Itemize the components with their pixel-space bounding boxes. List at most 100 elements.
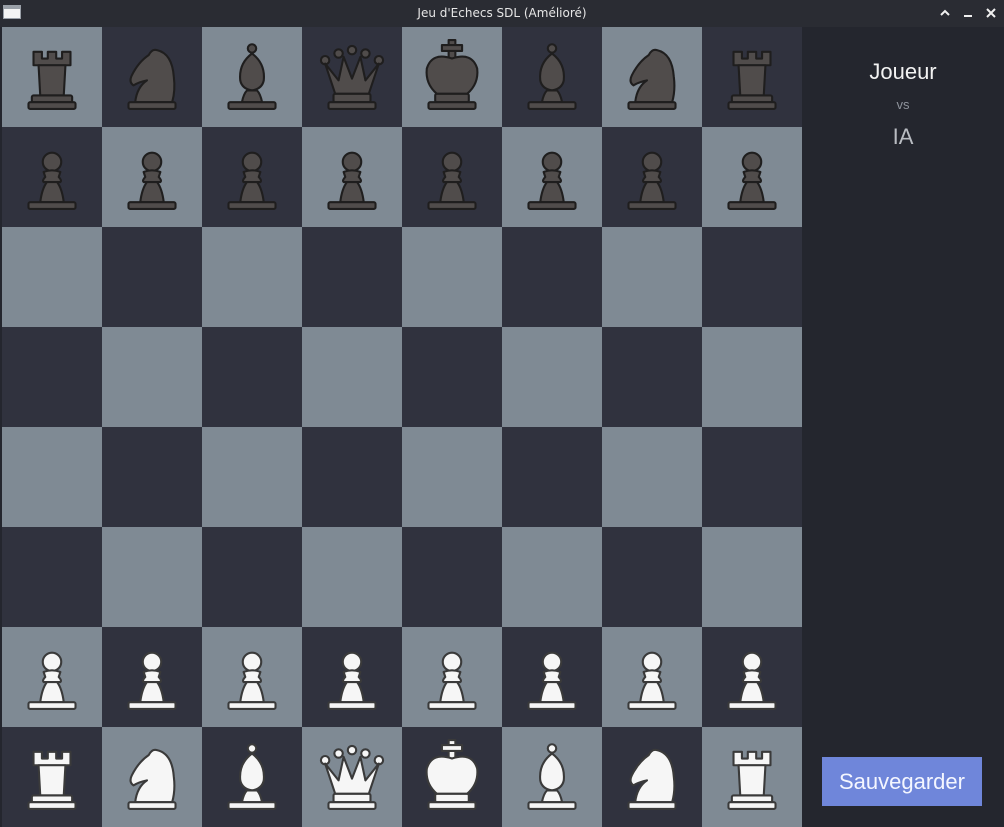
square-h2[interactable] (702, 627, 802, 727)
square-c8[interactable] (202, 27, 302, 127)
square-e1[interactable] (402, 727, 502, 827)
square-g3[interactable] (602, 527, 702, 627)
square-f5[interactable] (502, 327, 602, 427)
square-b4[interactable] (102, 427, 202, 527)
black-king-icon (425, 38, 479, 110)
square-g6[interactable] (602, 227, 702, 327)
square-h5[interactable] (702, 327, 802, 427)
save-button[interactable]: Sauvegarder (822, 757, 982, 806)
square-c6[interactable] (202, 227, 302, 327)
black-pawn-icon (527, 151, 577, 210)
square-b8[interactable] (102, 27, 202, 127)
white-knight-icon (627, 748, 677, 810)
square-f8[interactable] (502, 27, 602, 127)
white-knight-icon (127, 748, 177, 810)
versus-label: vs (896, 97, 910, 112)
square-c2[interactable] (202, 627, 302, 727)
white-pawn-icon (727, 651, 777, 710)
square-d6[interactable] (302, 227, 402, 327)
white-pawn-icon (327, 651, 377, 710)
maximize-button[interactable] (936, 4, 954, 22)
square-h6[interactable] (702, 227, 802, 327)
square-b1[interactable] (102, 727, 202, 827)
square-d7[interactable] (302, 127, 402, 227)
square-a1[interactable] (2, 727, 102, 827)
chess-board (2, 27, 802, 827)
white-pawn-icon (527, 651, 577, 710)
square-a8[interactable] (2, 27, 102, 127)
white-pawn-icon (427, 651, 477, 710)
close-button[interactable] (982, 4, 1000, 22)
black-pawn-icon (327, 151, 377, 210)
square-g7[interactable] (602, 127, 702, 227)
square-e3[interactable] (402, 527, 502, 627)
close-icon (986, 8, 996, 18)
square-h7[interactable] (702, 127, 802, 227)
square-g1[interactable] (602, 727, 702, 827)
square-g8[interactable] (602, 27, 702, 127)
square-c5[interactable] (202, 327, 302, 427)
square-h1[interactable] (702, 727, 802, 827)
square-a6[interactable] (2, 227, 102, 327)
square-h3[interactable] (702, 527, 802, 627)
square-d3[interactable] (302, 527, 402, 627)
square-b5[interactable] (102, 327, 202, 427)
minimize-button[interactable] (959, 4, 977, 22)
square-c7[interactable] (202, 127, 302, 227)
square-c4[interactable] (202, 427, 302, 527)
white-pawn-icon (127, 651, 177, 710)
black-knight-icon (627, 48, 677, 110)
square-b3[interactable] (102, 527, 202, 627)
square-e5[interactable] (402, 327, 502, 427)
square-e4[interactable] (402, 427, 502, 527)
square-e8[interactable] (402, 27, 502, 127)
square-f2[interactable] (502, 627, 602, 727)
black-bishop-icon (227, 43, 277, 110)
square-e6[interactable] (402, 227, 502, 327)
square-g2[interactable] (602, 627, 702, 727)
square-f7[interactable] (502, 127, 602, 227)
square-g4[interactable] (602, 427, 702, 527)
square-b2[interactable] (102, 627, 202, 727)
square-d5[interactable] (302, 327, 402, 427)
square-a4[interactable] (2, 427, 102, 527)
square-d1[interactable] (302, 727, 402, 827)
black-pawn-icon (427, 151, 477, 210)
white-bishop-icon (527, 743, 577, 810)
square-a7[interactable] (2, 127, 102, 227)
square-f1[interactable] (502, 727, 602, 827)
white-queen-icon (319, 744, 385, 810)
white-rook-icon (27, 750, 77, 810)
black-pawn-icon (127, 151, 177, 210)
square-c3[interactable] (202, 527, 302, 627)
square-e7[interactable] (402, 127, 502, 227)
square-f3[interactable] (502, 527, 602, 627)
minimize-icon (964, 15, 972, 17)
white-pawn-icon (227, 651, 277, 710)
black-queen-icon (319, 44, 385, 110)
black-knight-icon (127, 48, 177, 110)
square-d4[interactable] (302, 427, 402, 527)
black-bishop-icon (527, 43, 577, 110)
square-h8[interactable] (702, 27, 802, 127)
black-pawn-icon (227, 151, 277, 210)
window-title: Jeu d'Echecs SDL (Amélioré) (417, 6, 587, 20)
square-d8[interactable] (302, 27, 402, 127)
square-f4[interactable] (502, 427, 602, 527)
square-a3[interactable] (2, 527, 102, 627)
square-a2[interactable] (2, 627, 102, 727)
square-a5[interactable] (2, 327, 102, 427)
square-b6[interactable] (102, 227, 202, 327)
square-g5[interactable] (602, 327, 702, 427)
white-bishop-icon (227, 743, 277, 810)
square-e2[interactable] (402, 627, 502, 727)
square-c1[interactable] (202, 727, 302, 827)
black-rook-icon (27, 50, 77, 110)
player1-name: Joueur (869, 59, 937, 84)
title-bar: Jeu d'Echecs SDL (Amélioré) (0, 0, 1004, 27)
square-h4[interactable] (702, 427, 802, 527)
black-pawn-icon (627, 151, 677, 210)
square-f6[interactable] (502, 227, 602, 327)
square-d2[interactable] (302, 627, 402, 727)
square-b7[interactable] (102, 127, 202, 227)
